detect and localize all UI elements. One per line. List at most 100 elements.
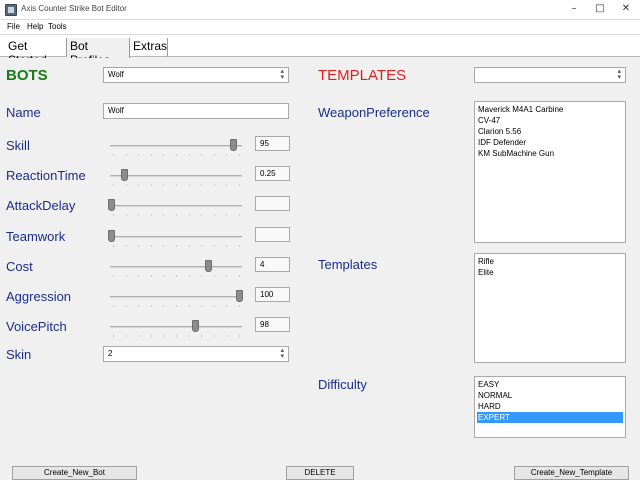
slider-track[interactable] xyxy=(110,205,242,208)
slider-tick xyxy=(213,305,215,307)
slider-label: Aggression xyxy=(6,289,72,304)
slider-value-box[interactable]: 0.25 xyxy=(255,166,290,182)
name-input[interactable]: Wolf xyxy=(103,103,289,119)
slider-track[interactable] xyxy=(110,235,242,238)
slider-track[interactable] xyxy=(110,326,242,329)
difficulty-list[interactable]: EASY NORMAL HARD EXPERT xyxy=(474,376,626,438)
slider-tick xyxy=(113,214,114,217)
template-list[interactable]: Rifle Elite xyxy=(474,253,626,363)
slider-track[interactable] xyxy=(110,265,242,268)
menu-help[interactable]: Help xyxy=(27,22,43,31)
slider-tick xyxy=(125,244,127,247)
maximize-button[interactable]: □ xyxy=(586,0,614,20)
slider-tick xyxy=(226,214,228,217)
slider-track[interactable] xyxy=(110,296,242,298)
list-item[interactable]: Elite xyxy=(477,267,623,278)
slider-tick xyxy=(163,154,165,156)
slider-tick xyxy=(213,244,215,247)
slider-label: VoicePitch xyxy=(6,319,67,335)
close-button[interactable]: ✕ xyxy=(612,0,640,20)
slider-value-box[interactable] xyxy=(255,226,290,242)
slider-track[interactable] xyxy=(110,145,242,147)
list-item[interactable]: IDF Defender xyxy=(477,137,623,148)
slider-thumb[interactable] xyxy=(236,290,243,302)
slider-thumb[interactable] xyxy=(108,229,115,242)
slider-tick xyxy=(125,154,127,156)
tab-get-started[interactable]: Get Started xyxy=(5,38,67,67)
slider-tick xyxy=(213,335,215,338)
app-window: Axis Counter Strike Bot Editor – □ ✕ Fil… xyxy=(0,0,640,480)
slider-tick xyxy=(138,184,140,187)
slider-label: Cost xyxy=(6,258,33,274)
create-new-template-button[interactable]: Create_New_Template xyxy=(514,466,629,480)
slider-tick xyxy=(150,184,152,187)
slider-tick xyxy=(239,184,240,187)
slider-tick xyxy=(188,154,190,156)
tab-bot-profiles[interactable]: Bot Profiles xyxy=(67,38,130,67)
list-item[interactable]: EASY xyxy=(477,379,623,390)
list-item[interactable]: Clarion 5.56 xyxy=(477,126,623,137)
window-title: Axis Counter Strike Bot Editor xyxy=(21,4,127,13)
slider-value-box[interactable]: 98 xyxy=(255,317,290,333)
create-new-bot-button[interactable]: Create_New_Bot xyxy=(12,466,137,480)
skin-select-value: 2 xyxy=(108,349,113,358)
list-item[interactable]: KM SubMachine Gun xyxy=(477,148,623,159)
slider-value-box[interactable]: 100 xyxy=(255,287,290,302)
list-item[interactable]: NORMAL xyxy=(477,390,623,401)
template-select[interactable]: ▴ ▾ xyxy=(474,67,626,83)
slider-tick xyxy=(163,244,165,247)
skin-label: Skin xyxy=(6,347,32,362)
list-item[interactable]: HARD xyxy=(477,401,623,412)
bots-heading: BOTS xyxy=(6,67,48,84)
title-bar[interactable]: Axis Counter Strike Bot Editor – □ ✕ xyxy=(0,0,640,20)
slider-track[interactable] xyxy=(110,175,242,178)
slider-tick xyxy=(239,274,240,277)
slider-tick xyxy=(150,244,152,247)
slider-value-box[interactable]: 4 xyxy=(255,256,290,272)
spin-arrows-icon: ▴ ▾ xyxy=(280,347,284,360)
slider-thumb[interactable] xyxy=(192,320,200,333)
slider-tick xyxy=(125,274,127,277)
list-item[interactable]: CV-47 xyxy=(477,115,623,126)
bot-select[interactable]: Wolf ▴ ▾ xyxy=(103,67,289,83)
name-label: Name xyxy=(6,105,41,120)
slider-tick xyxy=(213,274,215,277)
slider-tick xyxy=(176,274,177,277)
slider-tick xyxy=(138,244,140,247)
slider-thumb[interactable] xyxy=(205,259,213,272)
slider-value-box[interactable]: 95 xyxy=(255,136,290,151)
slider-tick xyxy=(239,335,240,338)
delete-button[interactable]: DELETE xyxy=(286,466,354,480)
slider-tick xyxy=(113,154,114,156)
list-item[interactable]: Rifle xyxy=(477,256,623,267)
slider-tick xyxy=(125,214,127,217)
slider-value-box[interactable] xyxy=(255,196,290,212)
minimize-button[interactable]: – xyxy=(560,0,588,20)
list-item[interactable]: Maverick M4A1 Carbine xyxy=(477,104,623,115)
slider-thumb[interactable] xyxy=(108,199,115,212)
bot-profiles-panel: BOTS Wolf ▴ ▾ Name Wolf Skill 95 ReactionTi… xyxy=(0,58,640,480)
slider-thumb[interactable] xyxy=(120,169,128,182)
slider-tick xyxy=(239,214,240,217)
skin-select[interactable]: 2 ▴ ▾ xyxy=(103,346,289,362)
slider-thumb[interactable] xyxy=(229,139,237,151)
slider-tick xyxy=(163,335,165,338)
slider-tick xyxy=(176,184,177,187)
slider-tick xyxy=(150,154,152,156)
slider-tick xyxy=(188,274,190,277)
slider-tick xyxy=(188,244,190,247)
slider-tick xyxy=(125,305,127,307)
tab-extras[interactable]: Extras xyxy=(130,38,168,57)
slider-tick xyxy=(176,305,177,307)
list-item-selected[interactable]: EXPERT xyxy=(477,412,623,423)
slider-tick xyxy=(201,335,203,338)
slider-tick xyxy=(138,214,140,217)
menu-tools[interactable]: Tools xyxy=(48,22,67,31)
slider-tick xyxy=(188,335,190,338)
weapon-list[interactable]: Maverick M4A1 Carbine CV-47 Clarion 5.56… xyxy=(474,101,626,243)
slider-tick xyxy=(239,154,240,156)
spin-arrows-icon: ▴ ▾ xyxy=(617,68,621,81)
slider-label: Teamwork xyxy=(6,228,66,244)
menu-file[interactable]: File xyxy=(7,22,20,31)
slider-tick xyxy=(201,274,203,277)
